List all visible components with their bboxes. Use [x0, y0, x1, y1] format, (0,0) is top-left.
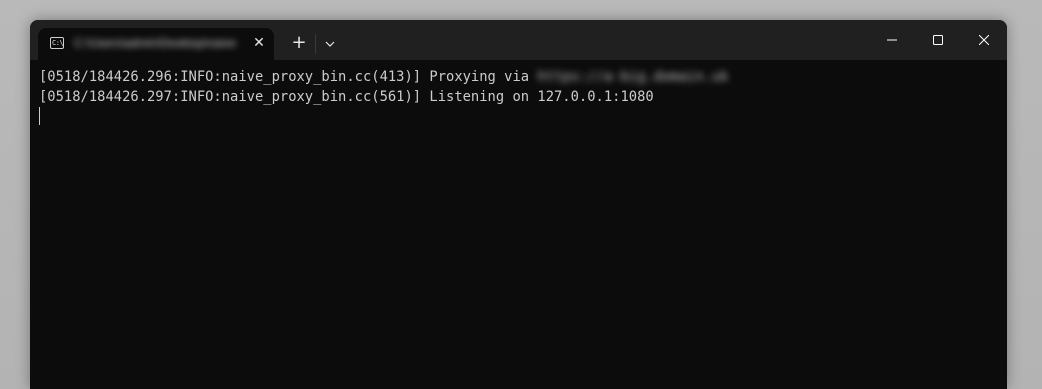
close-icon: ✕ [253, 35, 265, 51]
tab-active[interactable]: C:\ C:\Users\admin\Desktop\naive ✕ [38, 28, 274, 60]
terminal-line: [0518/184426.297:INFO:naive_proxy_bin.cc… [39, 87, 654, 107]
text-cursor [39, 107, 40, 125]
close-icon [979, 35, 989, 45]
chevron-down-icon [325, 41, 335, 47]
log-text: [0518/184426.296:INFO:naive_proxy_bin.cc… [39, 69, 538, 85]
plus-icon: + [291, 32, 307, 53]
terminal-icon-glyph: C:\ [52, 39, 64, 47]
log-text: [0518/184426.297:INFO:naive_proxy_bin.cc… [39, 89, 654, 105]
title-bar[interactable]: C:\ C:\Users\admin\Desktop\naive ✕ + [30, 20, 1007, 60]
terminal-icon: C:\ [50, 37, 64, 49]
tab-divider [315, 34, 316, 54]
maximize-button[interactable] [915, 20, 961, 60]
terminal-output[interactable]: [0518/184426.296:INFO:naive_proxy_bin.cc… [30, 60, 1007, 389]
tab-dropdown-button[interactable] [319, 32, 341, 56]
close-window-button[interactable] [961, 20, 1007, 60]
minimize-button[interactable] [869, 20, 915, 60]
new-tab-button[interactable]: + [287, 32, 311, 56]
tab-title: C:\Users\admin\Desktop\naive [74, 36, 237, 50]
minimize-icon [887, 39, 897, 41]
maximize-icon [933, 35, 943, 45]
terminal-window: C:\ C:\Users\admin\Desktop\naive ✕ + [05… [30, 20, 1007, 389]
tab-close-button[interactable]: ✕ [249, 33, 269, 53]
redacted-url: https://a-big.domain.uk [537, 69, 729, 85]
terminal-line: [0518/184426.296:INFO:naive_proxy_bin.cc… [39, 67, 728, 87]
